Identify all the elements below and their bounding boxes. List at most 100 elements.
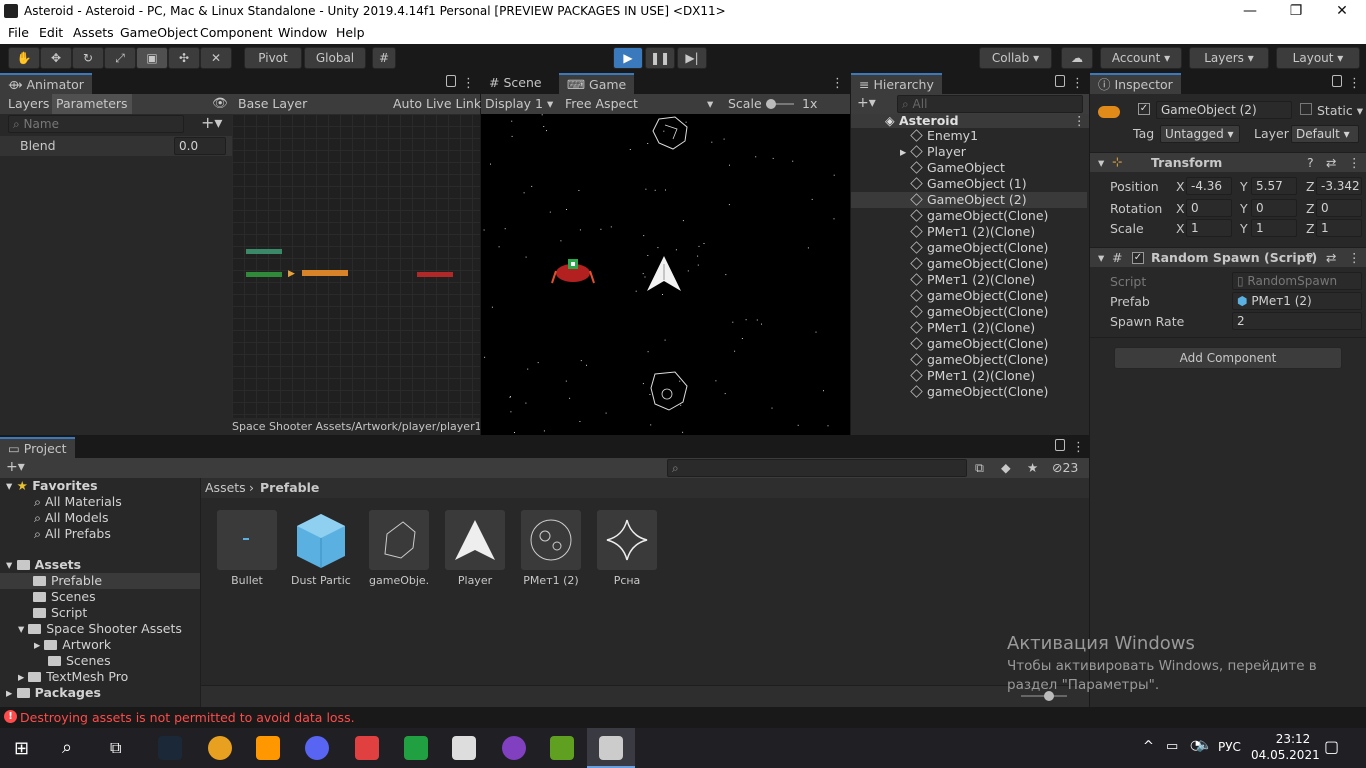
hierarchy-item[interactable]: gameObject(Clone)	[851, 304, 1087, 320]
windows-start-icon[interactable]: ⊞	[14, 738, 29, 759]
lock-icon[interactable]	[1055, 75, 1065, 87]
tab-inspector[interactable]: ⓘ Inspector	[1090, 73, 1181, 94]
more-icon[interactable]: ⋮	[1348, 76, 1361, 91]
minimize-button[interactable]: —	[1227, 0, 1273, 23]
lock-icon[interactable]	[446, 75, 456, 87]
discord-icon[interactable]	[305, 736, 329, 760]
console-error-message[interactable]: Destroying assets is not permitted to av…	[20, 710, 355, 725]
fav-all-prefabs[interactable]: ⌕ All Prefabs	[34, 526, 111, 542]
lock-icon[interactable]	[1055, 439, 1065, 451]
breadcrumb-prefable[interactable]: Prefable	[260, 480, 319, 495]
create-dropdown-icon[interactable]: +▾	[857, 95, 876, 111]
hierarchy-item[interactable]: GameObject	[851, 160, 1087, 176]
nvidia-icon[interactable]	[550, 736, 574, 760]
hierarchy-item[interactable]: gameObject(Clone)	[851, 336, 1087, 352]
rotation-x-field[interactable]: 0	[1186, 199, 1232, 217]
fav-all-materials[interactable]: ⌕ All Materials	[34, 494, 122, 510]
tree-item-scenes-sub[interactable]: Scenes	[48, 653, 111, 669]
chrome-icon[interactable]	[208, 736, 232, 760]
sublime-icon[interactable]	[256, 736, 280, 760]
game-view[interactable]	[481, 114, 850, 435]
hierarchy-search-input[interactable]: ⌕ All	[897, 95, 1083, 113]
scene-more-icon[interactable]: ⋮	[1073, 113, 1086, 128]
base-layer-crumb[interactable]: Base Layer	[238, 96, 307, 111]
asset-pmet1[interactable]: PMeт1 (2)	[521, 510, 581, 587]
menu-gameobject[interactable]: GameObject	[120, 25, 198, 40]
transform-header[interactable]: ▾ ⊹ Transform ? ⇄ ⋮	[1090, 152, 1366, 172]
exit-node[interactable]	[417, 272, 453, 277]
notifications-icon[interactable]: ▢	[1324, 737, 1339, 756]
task-view-icon[interactable]: ⧉	[110, 738, 121, 758]
asset-gameobject[interactable]: gameObje...	[369, 510, 429, 587]
spawn-rate-field[interactable]: 2	[1232, 312, 1362, 330]
shield-app-icon[interactable]	[404, 736, 428, 760]
add-param-icon[interactable]: +▾	[201, 113, 222, 132]
tree-item-script[interactable]: Script	[33, 605, 87, 621]
rect-tool-icon[interactable]: ▣	[136, 47, 168, 69]
filter-label-icon[interactable]: ◆	[1001, 460, 1011, 475]
help-icon[interactable]: ?	[1307, 250, 1314, 265]
tree-item-scenes[interactable]: Scenes	[33, 589, 96, 605]
position-y-field[interactable]: 5.57	[1251, 177, 1297, 195]
hierarchy-item[interactable]: ▸ Player	[851, 144, 1087, 160]
transform-tool-icon[interactable]: ✣	[168, 47, 200, 69]
tab-hierarchy[interactable]: ≡ Hierarchy	[851, 73, 942, 94]
favorites-header[interactable]: ▾ ★ Favorites	[6, 478, 98, 494]
hand-tool-icon[interactable]: ✋	[8, 47, 40, 69]
scale-y-field[interactable]: 1	[1251, 219, 1297, 237]
app-icon[interactable]	[355, 736, 379, 760]
more-icon[interactable]: ⋮	[1348, 155, 1361, 170]
github-icon[interactable]	[502, 736, 526, 760]
rotation-z-field[interactable]: 0	[1316, 199, 1362, 217]
scene-header[interactable]: ◈ Asteroid ⋮	[851, 113, 1089, 128]
hierarchy-item[interactable]: gameObject(Clone)	[851, 208, 1087, 224]
asset-bullet[interactable]: Bullet	[217, 510, 277, 587]
hierarchy-item[interactable]: PMeт1 (2)(Clone)	[851, 368, 1087, 384]
hierarchy-item[interactable]: gameObject(Clone)	[851, 384, 1087, 400]
rotate-tool-icon[interactable]: ↻	[72, 47, 104, 69]
animator-graph[interactable]: ▶	[232, 114, 480, 418]
param-search-input[interactable]: ⌕ Name	[8, 115, 184, 133]
menu-help[interactable]: Help	[336, 25, 365, 40]
restore-button[interactable]: ❐	[1273, 0, 1319, 23]
hierarchy-item[interactable]: PMeт1 (2)(Clone)	[851, 224, 1087, 240]
static-dropdown[interactable]: Static ▾	[1317, 103, 1363, 118]
pivot-button[interactable]: Pivot	[244, 47, 302, 69]
asset-pcna[interactable]: Pcнa	[597, 510, 657, 587]
hierarchy-item[interactable]: gameObject(Clone)	[851, 352, 1087, 368]
position-x-field[interactable]: -4.36	[1186, 177, 1232, 195]
filter-type-icon[interactable]: ⧉	[975, 460, 984, 476]
hierarchy-item[interactable]: Enemy1	[851, 128, 1087, 144]
volume-icon[interactable]: 🔈	[1196, 738, 1212, 753]
aspect-chevron-icon[interactable]: ▾	[707, 96, 713, 111]
component-enabled-checkbox[interactable]: ✓	[1132, 252, 1144, 264]
search-icon[interactable]: ⌕	[62, 737, 72, 758]
assets-root[interactable]: ▾ Assets	[6, 557, 81, 573]
global-button[interactable]: Global	[304, 47, 366, 69]
add-component-button[interactable]: Add Component	[1114, 347, 1342, 369]
layer-dropdown[interactable]: Default ▾	[1291, 125, 1359, 143]
layers-dropdown[interactable]: Layers ▾	[1189, 47, 1269, 69]
aspect-dropdown[interactable]: Free Aspect	[565, 96, 638, 111]
steam-icon[interactable]	[158, 736, 182, 760]
menu-file[interactable]: File	[8, 25, 29, 40]
display-dropdown[interactable]: Display 1 ▾	[485, 96, 553, 111]
menu-component[interactable]: Component	[200, 25, 273, 40]
more-icon[interactable]: ⋮	[1071, 76, 1084, 91]
prefab-field[interactable]: ⬢ PMeт1 (2)	[1232, 292, 1362, 310]
more-icon[interactable]: ⋮	[1348, 250, 1361, 265]
help-icon[interactable]: ?	[1307, 155, 1314, 170]
account-dropdown[interactable]: Account ▾	[1100, 47, 1182, 69]
move-tool-icon[interactable]: ✥	[40, 47, 72, 69]
scale-slider-handle[interactable]	[766, 99, 776, 109]
tab-animator[interactable]: ⟴ Animator	[0, 73, 92, 94]
asset-player[interactable]: Player	[445, 510, 505, 587]
scale-z-field[interactable]: 1	[1316, 219, 1362, 237]
grid-snap-icon[interactable]: #	[372, 47, 396, 69]
project-search-input[interactable]: ⌕	[667, 459, 967, 477]
network-icon[interactable]: ▭	[1166, 739, 1178, 754]
active-checkbox[interactable]: ✓	[1138, 103, 1150, 115]
hidden-count[interactable]: ⊘23	[1052, 460, 1078, 475]
param-value-field[interactable]: 0.0	[174, 137, 226, 155]
hierarchy-item[interactable]: GameObject (1)	[851, 176, 1087, 192]
